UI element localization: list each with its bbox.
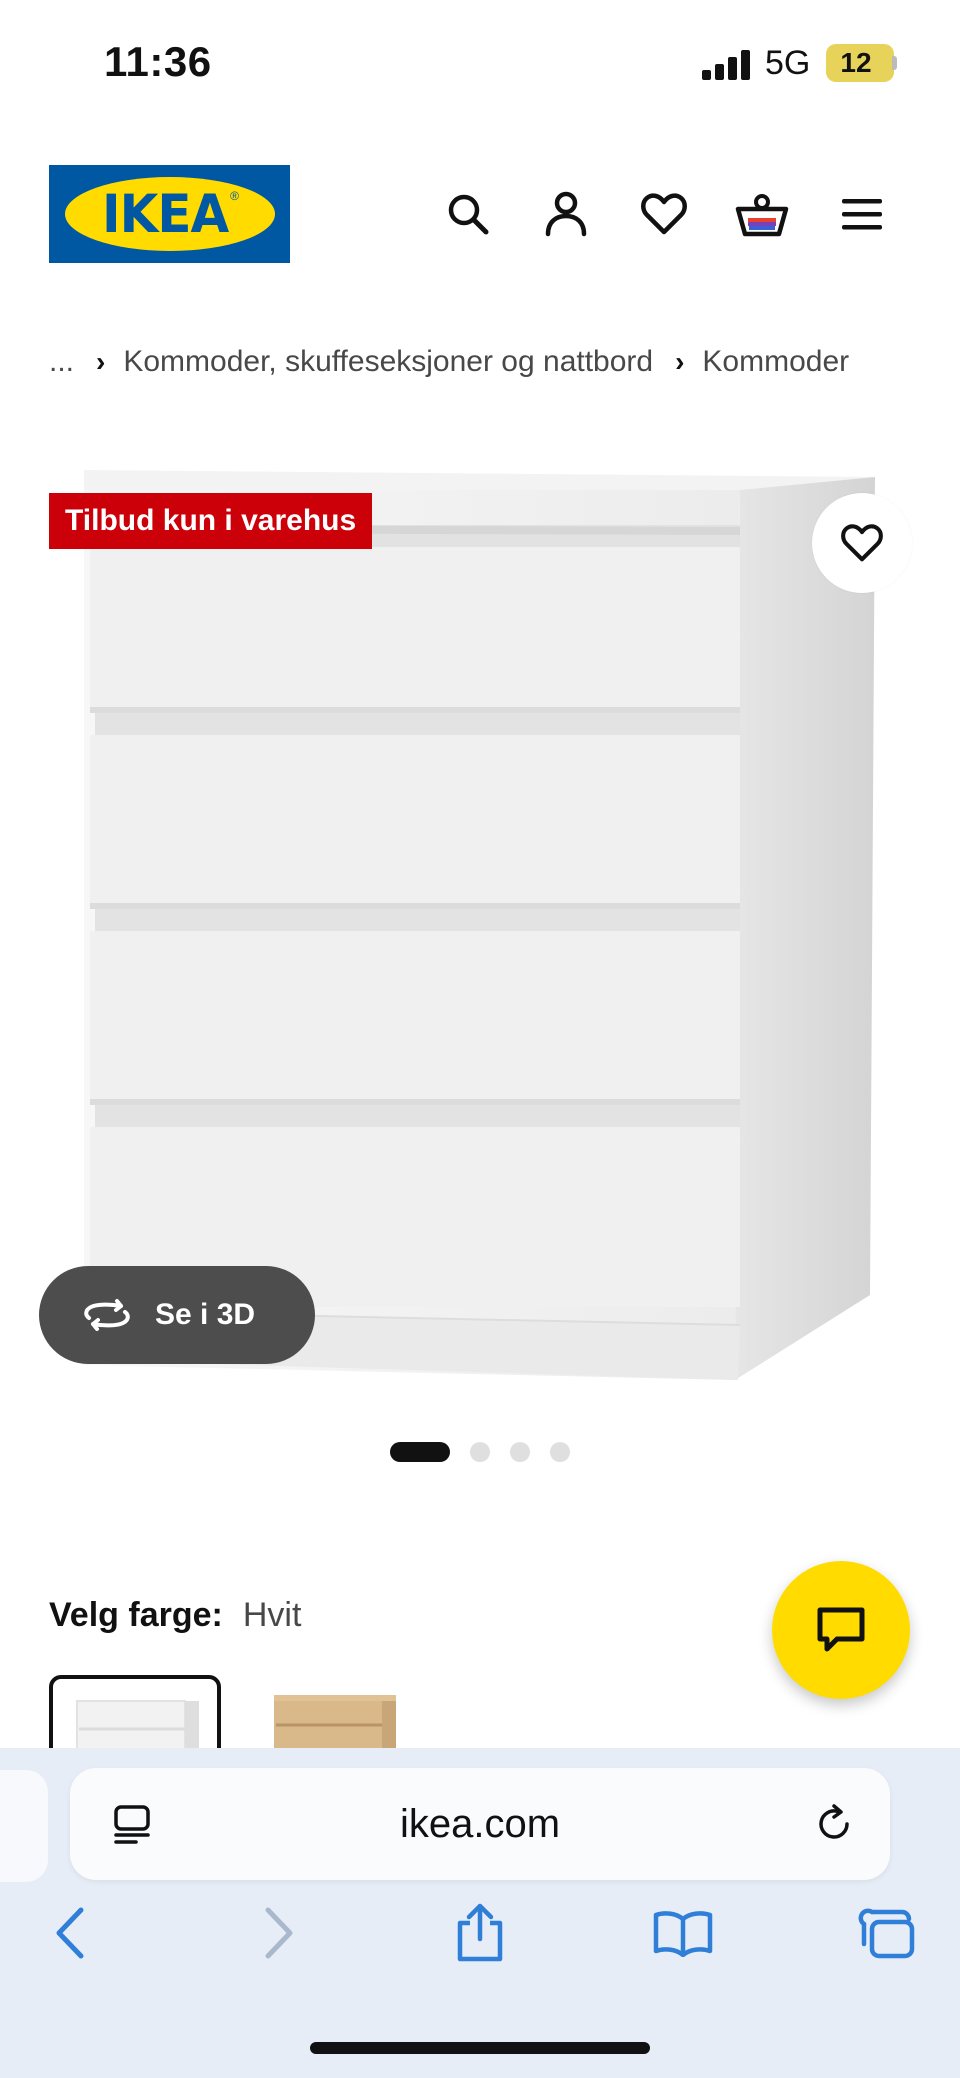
battery-level: 12 <box>840 47 872 78</box>
offer-badge: Tilbud kun i varehus <box>49 493 373 549</box>
tabs-button[interactable] <box>852 1898 922 1968</box>
breadcrumb-item[interactable]: Kommoder <box>702 345 849 379</box>
registered-mark: ® <box>230 189 240 203</box>
previous-tab-preview[interactable] <box>0 1770 48 1882</box>
chevron-right-icon: › <box>675 346 685 377</box>
color-label: Velg farge: <box>49 1596 223 1634</box>
view-3d-button[interactable]: Se i 3D <box>39 1266 315 1364</box>
product-image[interactable] <box>0 455 960 1395</box>
status-bar: 11:36 5G 12 <box>0 0 960 120</box>
status-time: 11:36 <box>104 38 212 85</box>
wishlist-heart-icon[interactable] <box>636 186 692 242</box>
home-indicator <box>310 2042 650 2054</box>
reload-icon[interactable] <box>814 1804 854 1844</box>
back-button[interactable] <box>36 1898 106 1968</box>
network-type: 5G <box>765 44 811 82</box>
chevron-left-icon <box>56 1907 84 1959</box>
safari-toolbar: ikea.com <box>0 1748 960 2078</box>
view-3d-label: Se i 3D <box>155 1298 256 1331</box>
chat-icon <box>817 1607 865 1652</box>
ikea-logo[interactable]: IKEA ® <box>49 165 290 263</box>
signal-icon <box>702 50 750 80</box>
pager-dot[interactable] <box>550 1442 570 1462</box>
share-button[interactable] <box>445 1898 515 1968</box>
chat-button[interactable] <box>772 1561 910 1699</box>
forward-button[interactable] <box>243 1898 313 1968</box>
breadcrumb: ... › Kommoder, skuffeseksjoner og nattb… <box>49 340 849 384</box>
product-favorite-button[interactable] <box>812 493 912 593</box>
logo-oval: IKEA ® <box>64 177 275 251</box>
logo-text: IKEA <box>101 183 229 245</box>
book-icon <box>653 1911 713 1957</box>
image-pager <box>390 1442 570 1462</box>
search-icon[interactable] <box>440 186 496 242</box>
tabs-icon <box>858 1908 915 1959</box>
pager-dot[interactable] <box>510 1442 530 1462</box>
rotate-3d-icon <box>84 1299 130 1331</box>
url-text: ikea.com <box>399 1802 561 1846</box>
share-icon <box>457 1903 503 1962</box>
heart-icon <box>841 524 883 562</box>
chevron-right-icon: › <box>96 346 106 377</box>
menu-icon[interactable] <box>834 186 890 242</box>
chevron-right-icon <box>265 1907 293 1959</box>
pager-dot[interactable] <box>470 1442 490 1462</box>
breadcrumb-ellipsis[interactable]: ... <box>49 345 74 379</box>
address-bar[interactable]: ikea.com <box>70 1768 890 1880</box>
pager-dot-active[interactable] <box>390 1442 450 1462</box>
bookmarks-button[interactable] <box>648 1898 718 1968</box>
battery-icon: 12 <box>826 44 894 82</box>
battery-cap <box>892 56 897 70</box>
color-value: Hvit <box>242 1596 302 1634</box>
account-icon[interactable] <box>538 186 594 242</box>
cart-icon[interactable] <box>734 186 790 242</box>
color-selection: Velg farge: Hvit <box>49 1596 301 1635</box>
breadcrumb-item[interactable]: Kommoder, skuffeseksjoner og nattbord <box>123 345 653 379</box>
